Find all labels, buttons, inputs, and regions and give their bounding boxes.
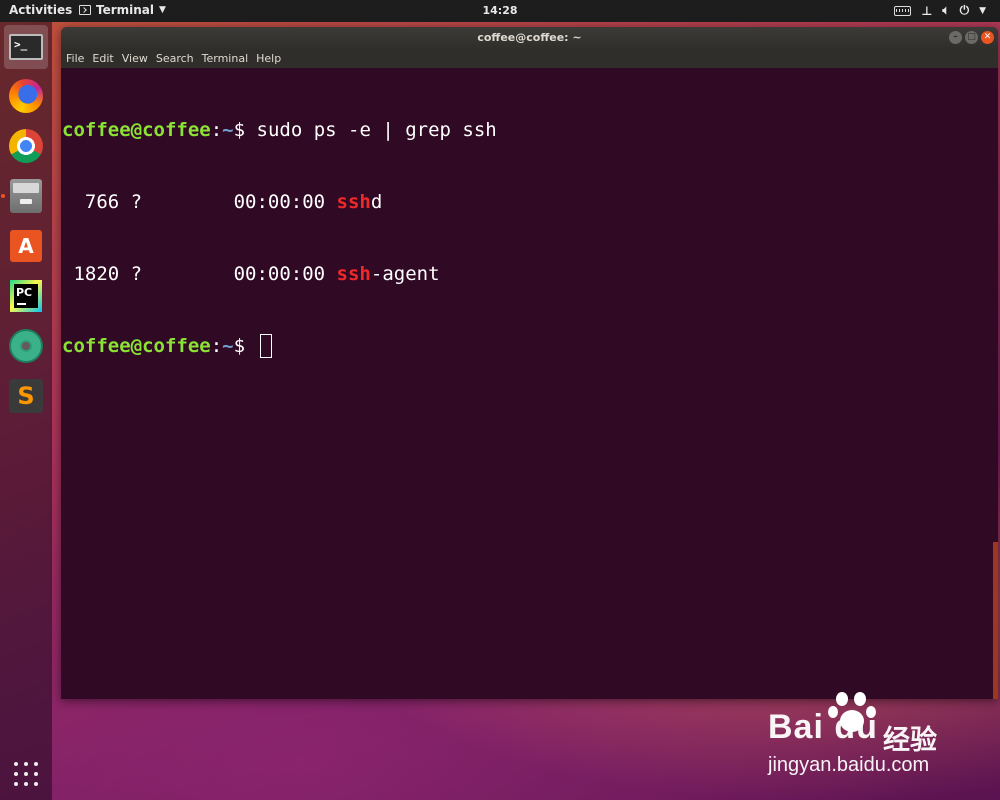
files-icon: [10, 179, 42, 213]
menu-view[interactable]: View: [122, 49, 148, 68]
minimize-icon[interactable]: –: [949, 31, 962, 44]
prompt-line: coffee@coffee:~$: [62, 334, 998, 358]
command-line: coffee@coffee:~$ sudo ps -e | grep ssh: [62, 118, 998, 142]
terminal-small-icon: [79, 5, 91, 15]
dock-item-files[interactable]: [4, 174, 48, 218]
command-text: sudo ps -e | grep ssh: [256, 119, 497, 141]
chrome-icon: [9, 129, 43, 163]
grep-match: ssh: [336, 263, 371, 285]
cpu-time: 00:00:00: [233, 263, 337, 285]
watermark-logo: Bai du: [768, 708, 878, 746]
window-title: coffee@coffee: ~: [477, 31, 582, 44]
prompt-user: coffee@coffee: [62, 119, 211, 141]
window-titlebar[interactable]: coffee@coffee: ~ – □ ✕: [61, 27, 998, 49]
pid: 1820: [62, 263, 120, 285]
terminal-icon: >_: [9, 34, 43, 60]
top-bar: Activities Terminal ▼ 14:28 ⊥ 🔈︎ ⏻ ▼: [0, 0, 1000, 22]
prompt-symbol: $: [233, 335, 257, 357]
text-cursor: [259, 334, 272, 358]
terminal-window: coffee@coffee: ~ – □ ✕ File Edit View Se…: [61, 27, 998, 699]
dock-item-sublime-text[interactable]: S: [4, 374, 48, 418]
dock: >_ A PC S: [0, 22, 52, 800]
dock-item-pycharm[interactable]: PC: [4, 274, 48, 318]
dock-item-atom[interactable]: [4, 324, 48, 368]
dock-item-firefox[interactable]: [4, 74, 48, 118]
close-icon[interactable]: ✕: [981, 31, 994, 44]
output-line: 1820 ? 00:00:00 ssh-agent: [62, 262, 998, 286]
process-name-rest: -agent: [370, 263, 440, 285]
window-controls: – □ ✕: [949, 31, 994, 44]
prompt-user: coffee@coffee: [62, 335, 211, 357]
atom-icon: [9, 329, 43, 363]
firefox-icon: [9, 79, 43, 113]
menu-edit[interactable]: Edit: [92, 49, 113, 68]
scroll-indicator[interactable]: [993, 542, 998, 699]
prompt-separator: :: [210, 335, 223, 357]
dock-item-ubuntu-software[interactable]: A: [4, 224, 48, 268]
menu-bar: File Edit View Search Terminal Help: [61, 49, 998, 68]
running-indicator: [1, 194, 5, 198]
system-tray[interactable]: ⊥ 🔈︎ ⏻ ▼: [894, 3, 986, 18]
maximize-icon[interactable]: □: [965, 31, 978, 44]
chevron-down-icon[interactable]: ▼: [979, 6, 986, 16]
clock[interactable]: 14:28: [482, 4, 517, 17]
tty: ?: [119, 263, 234, 285]
menu-file[interactable]: File: [66, 49, 84, 68]
prompt-separator: :: [210, 119, 223, 141]
menu-help[interactable]: Help: [256, 49, 281, 68]
network-icon[interactable]: ⊥: [921, 4, 932, 18]
watermark-cn: 经验: [883, 725, 937, 756]
terminal-output[interactable]: coffee@coffee:~$ sudo ps -e | grep ssh 7…: [61, 68, 998, 699]
prompt-symbol: $: [233, 119, 257, 141]
output-line: 766 ? 00:00:00 sshd: [62, 190, 998, 214]
process-name-rest: d: [370, 191, 383, 213]
chevron-down-icon: ▼: [159, 5, 166, 15]
activities-button[interactable]: Activities: [9, 3, 72, 17]
menu-terminal[interactable]: Terminal: [202, 49, 249, 68]
watermark-url: jingyan.baidu.com: [768, 754, 930, 776]
dock-item-chrome[interactable]: [4, 124, 48, 168]
prompt-path: ~: [222, 119, 234, 141]
app-menu[interactable]: Terminal ▼: [79, 3, 166, 17]
keyboard-icon[interactable]: [894, 5, 912, 16]
sublime-icon: S: [9, 379, 43, 413]
pid: 766: [62, 191, 120, 213]
grep-match: ssh: [336, 191, 371, 213]
tty: ?: [119, 191, 234, 213]
cpu-time: 00:00:00: [233, 191, 337, 213]
volume-icon[interactable]: 🔈︎: [942, 3, 949, 18]
menu-search[interactable]: Search: [156, 49, 194, 68]
app-menu-label: Terminal: [96, 3, 155, 17]
pycharm-icon: PC: [10, 280, 42, 312]
baidu-watermark: Bai du 经验 jingyan.baidu.com: [768, 690, 978, 785]
power-icon[interactable]: ⏻: [960, 3, 970, 18]
apps-grid-icon[interactable]: [14, 762, 38, 786]
dock-item-terminal[interactable]: >_: [4, 25, 48, 69]
software-icon: A: [10, 230, 42, 262]
prompt-path: ~: [222, 335, 234, 357]
